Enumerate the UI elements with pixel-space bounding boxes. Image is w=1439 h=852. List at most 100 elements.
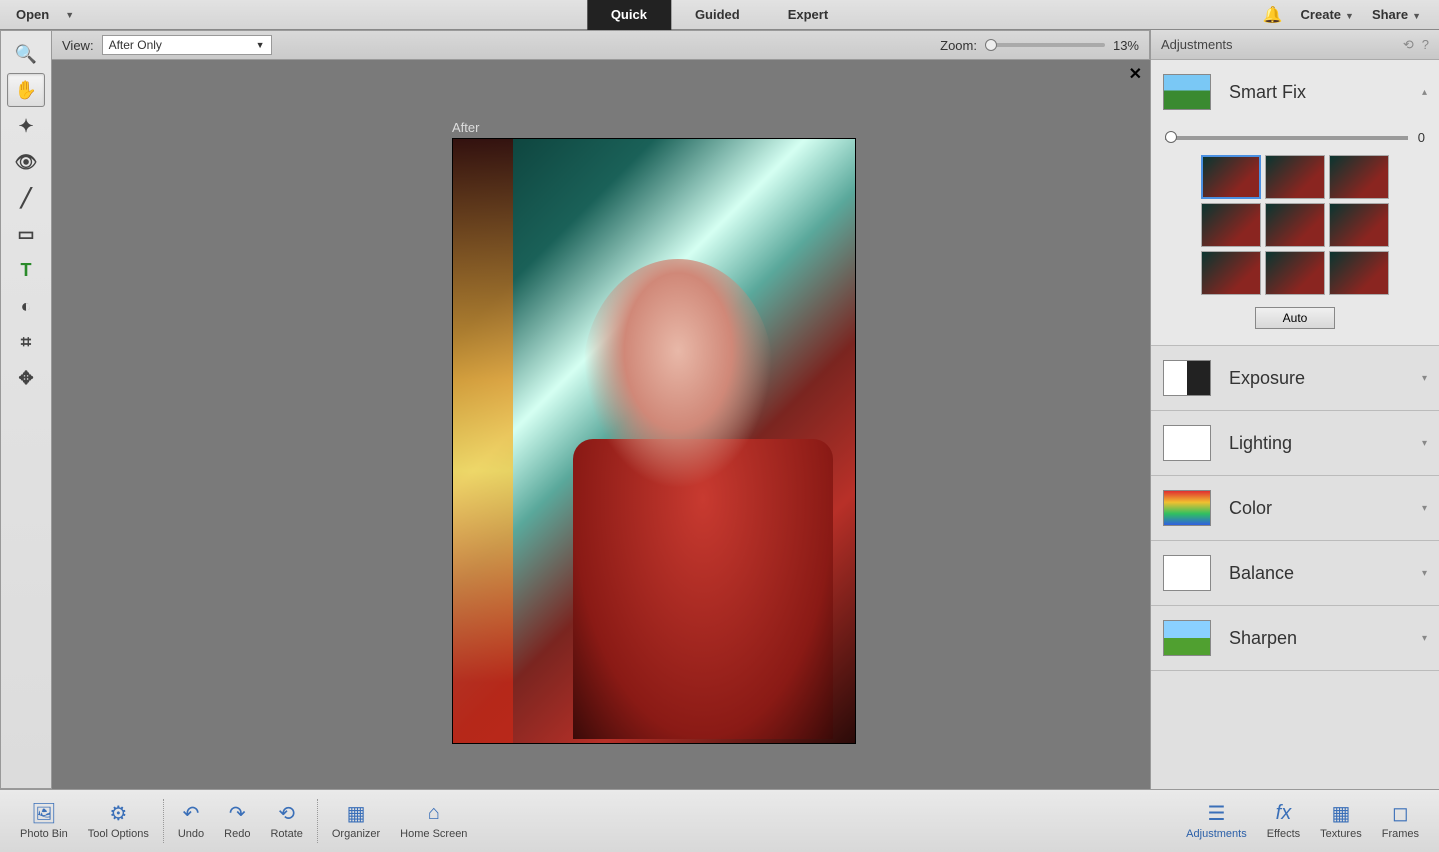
preset-thumb[interactable] (1329, 251, 1389, 295)
panel-tab-effects[interactable]: fxEffects (1257, 802, 1310, 840)
preset-thumb[interactable] (1265, 251, 1325, 295)
bottom-bar: 🖼Photo Bin⚙Tool Options↶Undo↷Redo⟲Rotate… (0, 789, 1439, 852)
preset-thumb[interactable] (1265, 203, 1325, 247)
expand-icon[interactable]: ▾ (1422, 438, 1427, 449)
section-title: Lighting (1229, 433, 1292, 454)
section-sharpen[interactable]: Sharpen▾ (1151, 606, 1439, 670)
move-icon: ✥ (18, 368, 33, 389)
text-icon: T (21, 260, 32, 281)
top-menu-bar: Open ▼ Quick Guided Expert 🔔 Create▼ Sha… (0, 0, 1439, 30)
section-color[interactable]: Color ▾ (1151, 476, 1439, 540)
smart-fix-slider[interactable] (1165, 136, 1408, 140)
bottom-rotate[interactable]: ⟲Rotate (260, 802, 312, 840)
preset-thumb[interactable] (1201, 155, 1261, 199)
expand-icon[interactable]: ▾ (1422, 568, 1427, 579)
organizer-icon: ▦ (343, 802, 369, 824)
close-document-icon[interactable]: ✕ (1129, 64, 1142, 84)
create-menu[interactable]: Create▼ (1301, 7, 1354, 22)
bottom-tool-options[interactable]: ⚙Tool Options (78, 802, 159, 840)
color-icon (1163, 490, 1211, 526)
adjustments-icon: ☰ (1203, 802, 1229, 824)
expand-icon[interactable]: ▾ (1422, 503, 1427, 514)
undo-icon: ↶ (178, 802, 204, 824)
panel-tab-textures[interactable]: ▦Textures (1310, 802, 1372, 840)
effects-icon: fx (1270, 802, 1296, 824)
tool-crop[interactable]: ⌗ (7, 325, 45, 359)
expand-icon[interactable]: ▾ (1422, 373, 1427, 384)
preset-thumb[interactable] (1201, 203, 1261, 247)
panel-tab-adjustments[interactable]: ☰Adjustments (1176, 802, 1257, 840)
tool-spot-heal[interactable]: ◐ (7, 289, 45, 323)
open-caret-icon[interactable]: ▼ (65, 10, 74, 20)
section-lighting[interactable]: Lighting ▾ (1151, 411, 1439, 475)
mode-tabs: Quick Guided Expert (587, 0, 852, 30)
section-title: Balance (1229, 563, 1294, 584)
panel-title: Adjustments (1161, 37, 1233, 52)
bottom-home-screen[interactable]: ⌂Home Screen (390, 802, 477, 840)
tool-eye[interactable]: 👁 (7, 145, 45, 179)
section-exposure[interactable]: Exposure ▾ (1151, 346, 1439, 410)
zoom-slider[interactable] (985, 43, 1105, 47)
view-dropdown[interactable]: After Only▼ (102, 35, 272, 55)
section-smart-fix[interactable]: Smart Fix ▴ (1151, 60, 1439, 124)
bottom-redo[interactable]: ↷Redo (214, 802, 260, 840)
help-icon[interactable]: ? (1422, 37, 1429, 53)
tool-straighten[interactable]: ▭ (7, 217, 45, 251)
tab-expert[interactable]: Expert (764, 0, 852, 30)
tool-whiten[interactable]: ╱ (7, 181, 45, 215)
smart-fix-icon (1163, 74, 1211, 110)
bottom-organizer[interactable]: ▦Organizer (322, 802, 390, 840)
zoom-icon: 🔍 (15, 44, 37, 65)
straighten-icon: ▭ (17, 224, 34, 245)
canvas-area[interactable]: ✕ After (52, 60, 1150, 789)
preset-thumb[interactable] (1201, 251, 1261, 295)
notification-bell-icon[interactable]: 🔔 (1263, 5, 1283, 25)
expand-icon[interactable]: ▾ (1422, 633, 1427, 644)
collapse-icon[interactable]: ▴ (1422, 87, 1427, 98)
tool-quick-select[interactable]: ✦ (7, 109, 45, 143)
section-title: Color (1229, 498, 1272, 519)
preset-grid (1165, 155, 1425, 295)
bottom-undo[interactable]: ↶Undo (168, 802, 214, 840)
balance-icon (1163, 555, 1211, 591)
redo-icon: ↷ (224, 802, 250, 824)
bottom-photo-bin[interactable]: 🖼Photo Bin (10, 802, 78, 840)
tab-guided[interactable]: Guided (671, 0, 764, 30)
lighting-icon (1163, 425, 1211, 461)
tool-sidebar: 🔍 ✋ ✦ 👁╱ ▭ T ◐ ⌗ ✥ (0, 30, 52, 789)
preset-thumb[interactable] (1329, 203, 1389, 247)
tool-options-icon: ⚙ (105, 802, 131, 824)
exposure-icon (1163, 360, 1211, 396)
section-balance[interactable]: Balance ▾ (1151, 541, 1439, 605)
zoom-value: 13% (1113, 38, 1139, 53)
spot-heal-icon: ◐ (21, 296, 32, 317)
tool-zoom[interactable]: 🔍 (7, 37, 45, 71)
section-title: Exposure (1229, 368, 1305, 389)
preset-thumb[interactable] (1265, 155, 1325, 199)
preset-thumb[interactable] (1329, 155, 1389, 199)
quick-select-icon: ✦ (18, 116, 33, 137)
auto-button[interactable]: Auto (1255, 307, 1335, 329)
home-screen-icon: ⌂ (421, 802, 447, 824)
rotate-icon: ⟲ (274, 802, 300, 824)
frames-icon: ◻ (1387, 802, 1413, 824)
sharpen-icon (1163, 620, 1211, 656)
tool-text[interactable]: T (7, 253, 45, 287)
reset-icon[interactable]: ⟲ (1403, 37, 1414, 53)
open-menu[interactable]: Open (16, 7, 49, 22)
smart-fix-title: Smart Fix (1229, 82, 1306, 103)
options-bar: View: After Only▼ Zoom: 13% (52, 30, 1150, 60)
share-menu[interactable]: Share▼ (1372, 7, 1421, 22)
smart-fix-value: 0 (1418, 130, 1425, 145)
tool-move[interactable]: ✥ (7, 361, 45, 395)
zoom-label: Zoom: (940, 38, 977, 53)
after-label: After (452, 120, 479, 135)
photo-preview[interactable] (452, 138, 856, 744)
adjustments-panel: Adjustments ⟲ ? Smart Fix ▴ 0 (1150, 30, 1439, 789)
hand-icon: ✋ (15, 80, 37, 101)
tool-hand[interactable]: ✋ (7, 73, 45, 107)
tab-quick[interactable]: Quick (587, 0, 671, 30)
panel-tab-frames[interactable]: ◻Frames (1372, 802, 1429, 840)
textures-icon: ▦ (1328, 802, 1354, 824)
view-label: View: (62, 38, 94, 53)
